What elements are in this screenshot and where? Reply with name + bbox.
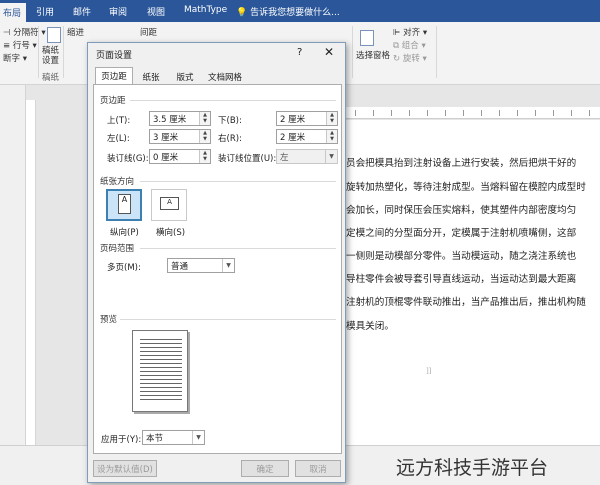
document-line: 模具关闭。 [346,321,394,332]
spinner-arrows-icon[interactable]: ▲ ▼ [199,112,210,125]
manuscript-settings-button[interactable]: 稿纸 设置 [42,46,59,66]
tab-paper[interactable]: 纸张 [136,69,166,84]
tab-mailings[interactable]: 邮件 [73,5,91,18]
document-line: 一侧则是动模部分零件。当动模运动，随之浇注系统也 [346,251,577,262]
preview-section-label: 预览 [100,315,118,325]
tab-review[interactable]: 审阅 [109,5,127,18]
divider [140,181,336,182]
spacing-label: 间距 [140,28,158,38]
ribbon-separator [63,26,64,78]
spinner-arrows-icon[interactable]: ▲ ▼ [199,150,210,163]
chevron-down-icon: ▼ [222,259,234,272]
tab-layout[interactable]: 布局 [0,3,27,22]
tab-margins[interactable]: 页边距 [95,67,133,85]
lightbulb-icon: 💡 [236,8,248,18]
ribbon-separator [38,26,39,78]
close-button[interactable]: ✕ [324,45,334,59]
line-numbers-button[interactable]: ≡ 行号 ▾ [3,39,37,51]
spinner-arrows-icon[interactable]: ▲ ▼ [326,130,337,143]
multiple-pages-label: 多页(M): [107,263,141,273]
set-as-default-button[interactable]: 设为默认值(D) [93,460,157,477]
landscape-button[interactable]: A [151,189,187,221]
spinner-arrows-icon[interactable]: ▲ ▼ [199,130,210,143]
top-margin-spinner[interactable]: 3.5 厘米 ▲ ▼ [149,111,211,126]
align-button[interactable]: ⊫ 对齐 ▾ [393,26,427,38]
gutter-label: 装订线(G): [107,154,149,164]
document-page[interactable]: 员会把模具抬到注射设备上进行安装，然后把烘干好的 旋转加热塑化，等待注射成型。当… [340,120,600,445]
hyphenation-button[interactable]: 断字 ▾ [3,52,27,64]
left-margin-spinner[interactable]: 3 厘米 ▲ ▼ [149,129,211,144]
apply-to-select[interactable]: 本节 ▼ [142,430,205,445]
document-line: 员会把模具抬到注射设备上进行安装，然后把烘干好的 [346,158,577,169]
dialog-title: 页面设置 [96,51,133,61]
bottom-margin-spinner[interactable]: 2 厘米 ▲ ▼ [276,111,338,126]
tab-layout[interactable]: 版式 [170,69,200,84]
tab-mathtype[interactable]: MathType [184,5,227,15]
arrange-icon [360,30,374,46]
chevron-down-icon: ▼ [325,150,337,163]
multiple-pages-select[interactable]: 普通 ▼ [167,258,235,273]
manuscript-group-label: 稿纸 [42,73,60,83]
help-button[interactable]: ? [297,47,302,58]
spinner-arrows-icon[interactable]: ▲ ▼ [326,112,337,125]
cancel-button[interactable]: 取消 [295,460,341,477]
gutter-position-label: 装订线位置(U): [218,154,277,164]
page-setup-dialog: 页面设置 ? ✕ 页边距 纸张 版式 文档网格 页边距 上(T): 3.5 厘米… [87,42,346,483]
portrait-label: 纵向(P) [110,228,139,238]
document-line: 导柱零件会被导套引导直线运动，当运动达到最大距离 [346,274,577,285]
orientation-section-label: 纸张方向 [100,177,135,187]
top-margin-label: 上(T): [107,116,131,126]
group-button[interactable]: ⧉ 组合 ▾ [393,39,426,51]
document-line: 定模之间的分型面分开，定模属于注射机喷嘴侧，这部 [346,228,577,239]
page-preview [132,330,188,412]
selection-pane-button[interactable]: 选择窗格 [356,49,390,61]
tab-document-grid[interactable]: 文档网格 [203,69,247,84]
document-line: 旋转加热塑化，等待注射成型。当熔料留在模腔内成型时 [346,182,586,193]
portrait-button[interactable]: A [106,189,142,221]
rotate-button[interactable]: ↻ 旋转 ▾ [393,52,427,64]
landscape-label: 横向(S) [156,228,186,238]
tab-view[interactable]: 视图 [147,5,165,18]
ribbon-tab-bar: 布局 引用 邮件 审阅 视图 MathType 💡 告诉我您想要做什么... [0,0,600,22]
tab-references[interactable]: 引用 [36,5,54,18]
tell-me-search[interactable]: 💡 告诉我您想要做什么... [236,5,340,18]
gutter-spinner[interactable]: 0 厘米 ▲ ▼ [149,149,211,164]
watermark-text: 远方科技手游平台 [396,457,549,479]
document-line: 注射机的顶棍零件联动推出，当产品推出后，推出机构随 [346,297,586,308]
ribbon-separator [352,26,353,78]
ribbon-separator [436,26,437,78]
margins-section-label: 页边距 [100,96,126,106]
manuscript-paper-icon [47,27,61,43]
vertical-ruler [26,100,36,450]
divider [140,248,336,249]
indent-label: 缩进 [67,28,85,38]
horizontal-ruler [345,107,600,119]
pages-section-label: 页码范围 [100,244,135,254]
document-line: 会加长，同时保压会压实熔料，使其塑件内部密度均匀 [346,205,577,216]
portrait-page-icon: A [118,194,131,214]
breaks-button[interactable]: ⊣ 分隔符 ▾ [3,26,46,38]
landscape-page-icon: A [160,197,179,210]
apply-to-label: 应用于(Y): [101,435,142,445]
right-margin-label: 右(R): [218,134,242,144]
formatting-marker: ]] [426,367,432,375]
ok-button[interactable]: 确定 [241,460,289,477]
divider [130,100,336,101]
bottom-margin-label: 下(B): [218,116,242,126]
left-margin-label: 左(L): [107,134,130,144]
divider [120,319,336,320]
right-margin-spinner[interactable]: 2 厘米 ▲ ▼ [276,129,338,144]
margins-panel: 页边距 上(T): 3.5 厘米 ▲ ▼ 下(B): 2 厘米 ▲ ▼ 左(L): … [93,84,342,454]
chevron-down-icon: ▼ [192,431,204,444]
navigation-pane [0,85,26,445]
gutter-position-select[interactable]: 左 ▼ [276,149,338,164]
